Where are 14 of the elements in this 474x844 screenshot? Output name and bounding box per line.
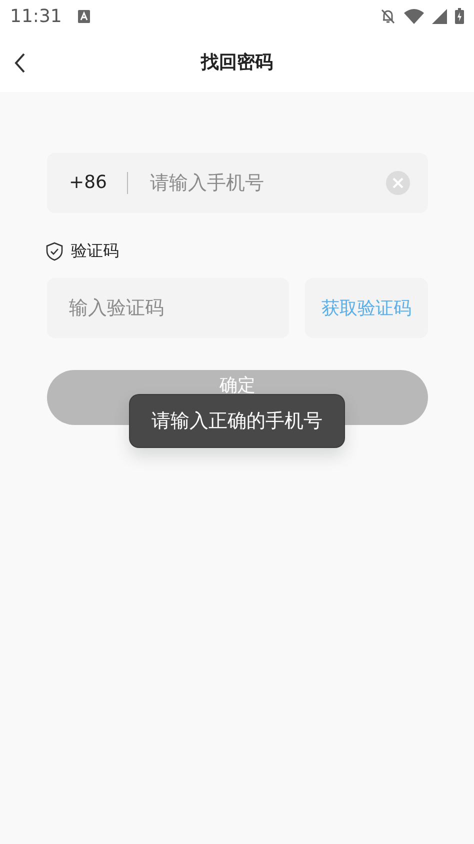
signal-icon (432, 8, 447, 24)
page-title: 找回密码 (201, 50, 273, 74)
country-code: +86 (47, 172, 128, 194)
notifications-off-icon (380, 8, 396, 24)
code-label: 验证码 (71, 240, 119, 262)
wifi-icon (404, 8, 424, 24)
code-field[interactable]: 输入验证码 (47, 278, 289, 338)
keyboard-icon (78, 10, 90, 22)
shield-check-icon (46, 242, 63, 260)
toast-message: 请输入正确的手机号 (129, 394, 345, 448)
status-time: 11:31 (10, 4, 62, 28)
phone-input[interactable]: 请输入手机号 (148, 168, 386, 198)
battery-icon (455, 8, 464, 24)
phone-field[interactable]: +86 请输入手机号 (47, 153, 428, 213)
